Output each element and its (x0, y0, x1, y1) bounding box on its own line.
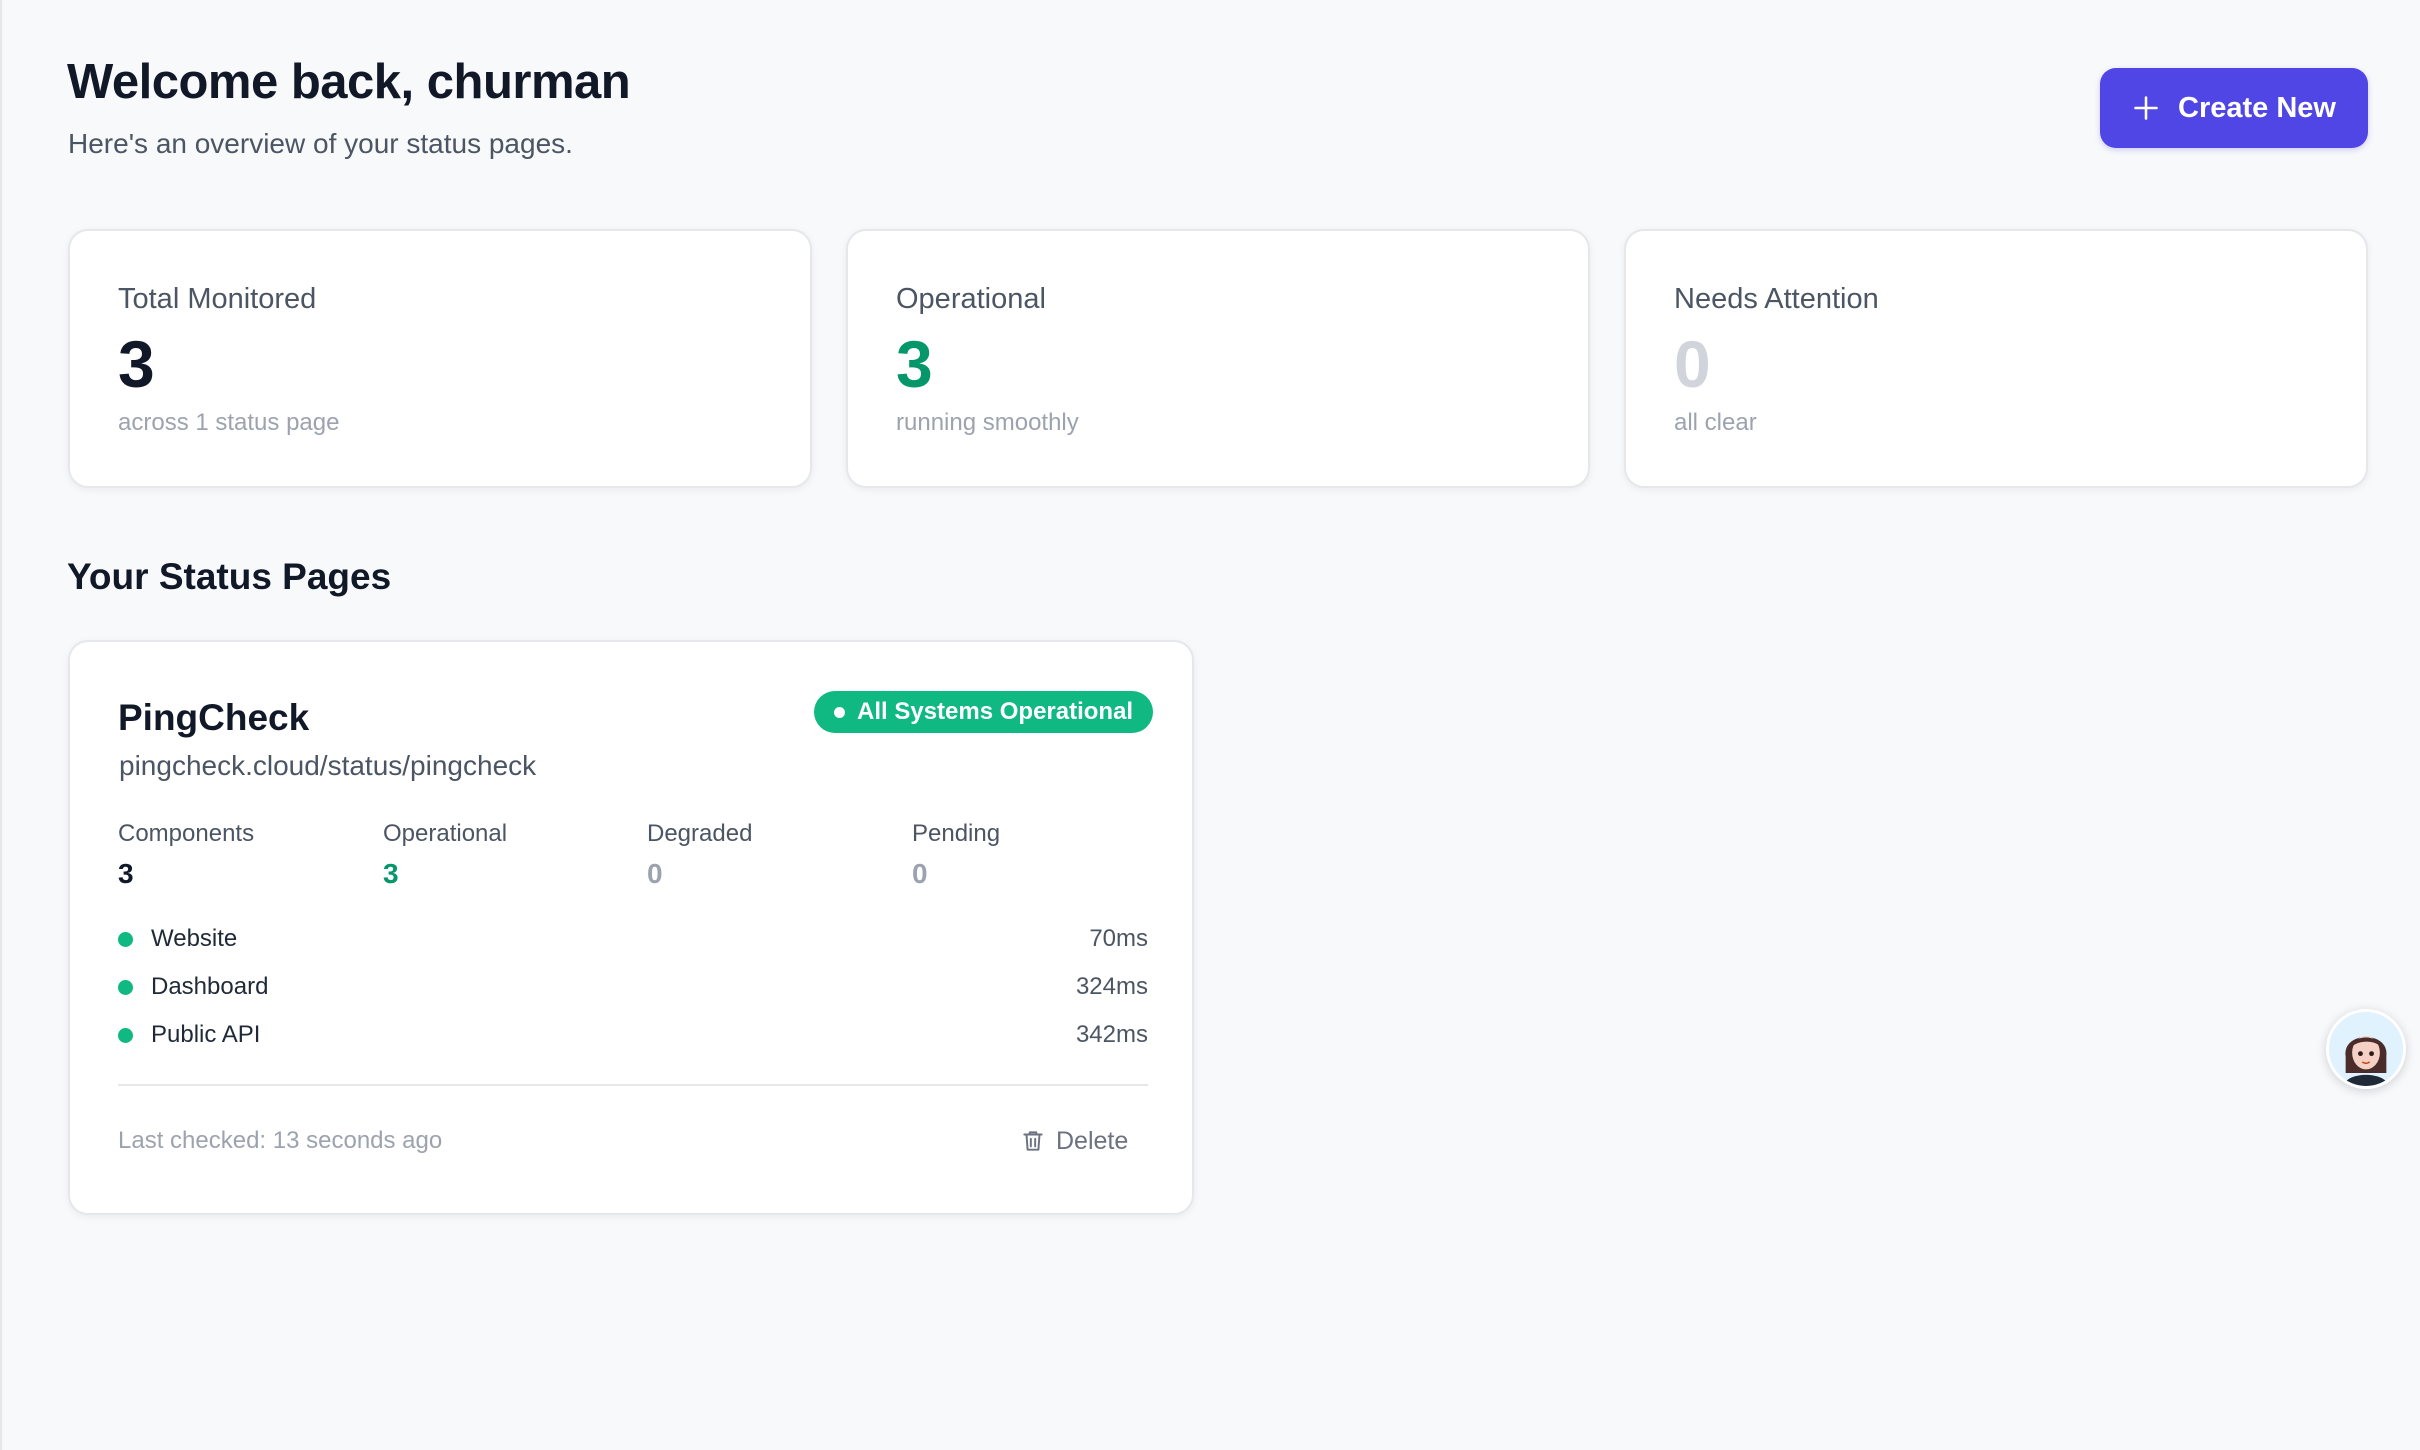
metric-label: Pending (912, 820, 1001, 847)
stat-label: Total Monitored (118, 283, 317, 315)
delete-button[interactable]: Delete (1020, 1121, 1128, 1161)
page-subtitle: Here's an overview of your status pages. (68, 128, 573, 159)
section-title: Your Status Pages (67, 556, 392, 597)
status-dot-icon (118, 931, 133, 947)
metric-label: Components (118, 820, 255, 847)
stat-note: running smoothly (896, 409, 1079, 436)
assistant-avatar-icon (2329, 1012, 2403, 1086)
create-new-label: Create New (2178, 91, 2336, 124)
component-name: Dashboard (151, 973, 269, 1000)
component-row-dashboard: Dashboard 324ms (118, 967, 1148, 1007)
status-page-url[interactable]: pingcheck.cloud/status/pingcheck (119, 750, 536, 782)
component-name: Website (151, 925, 238, 952)
component-latency: 70ms (1089, 925, 1148, 952)
metric-value: 0 (647, 858, 663, 889)
stat-value: 3 (896, 327, 933, 401)
status-page-card[interactable]: PingCheck pingcheck.cloud/status/pingche… (68, 640, 1194, 1215)
stat-note: across 1 status page (118, 409, 340, 436)
component-latency: 342ms (1075, 1021, 1148, 1048)
metric-degraded: Degraded 0 (647, 820, 752, 890)
metric-pending: Pending 0 (912, 820, 1000, 890)
assistant-avatar[interactable] (2326, 1009, 2406, 1089)
status-page-name[interactable]: PingCheck (118, 697, 309, 739)
card-divider (118, 1084, 1148, 1086)
stat-card-total-monitored: Total Monitored 3 across 1 status page (68, 229, 812, 488)
status-dot-icon (834, 706, 845, 718)
stat-label: Operational (896, 283, 1046, 315)
component-name: Public API (151, 1021, 261, 1048)
status-badge-label: All Systems Operational (857, 698, 1134, 725)
stat-label: Needs Attention (1674, 283, 1879, 315)
stat-value: 0 (1674, 327, 1711, 401)
status-dot-icon (118, 979, 133, 995)
status-badge: All Systems Operational (814, 691, 1154, 733)
component-latency: 324ms (1075, 973, 1148, 1000)
metric-value: 0 (912, 858, 928, 889)
stat-note: all clear (1674, 409, 1757, 436)
metric-label: Operational (383, 820, 508, 847)
plus-icon (2134, 96, 2158, 120)
component-row-website: Website 70ms (118, 919, 1148, 959)
page-title: Welcome back, churman (67, 55, 631, 109)
stat-card-operational: Operational 3 running smoothly (846, 229, 1590, 488)
stat-card-needs-attention: Needs Attention 0 all clear (1624, 229, 2368, 488)
status-dot-icon (118, 1027, 133, 1043)
last-checked-text: Last checked: 13 seconds ago (118, 1127, 443, 1154)
stat-value: 3 (118, 327, 155, 401)
create-new-button[interactable]: Create New (2100, 68, 2368, 148)
trash-icon (1023, 1131, 1043, 1151)
component-row-public-api: Public API 342ms (118, 1015, 1148, 1055)
metric-value: 3 (383, 858, 399, 889)
metric-value: 3 (118, 858, 134, 889)
dashboard-page: Welcome back, churman Here's an overview… (0, 0, 2420, 1450)
metric-components: Components 3 (118, 820, 254, 890)
metric-operational: Operational 3 (383, 820, 507, 890)
delete-label: Delete (1056, 1126, 1129, 1155)
metric-label: Degraded (647, 820, 753, 847)
